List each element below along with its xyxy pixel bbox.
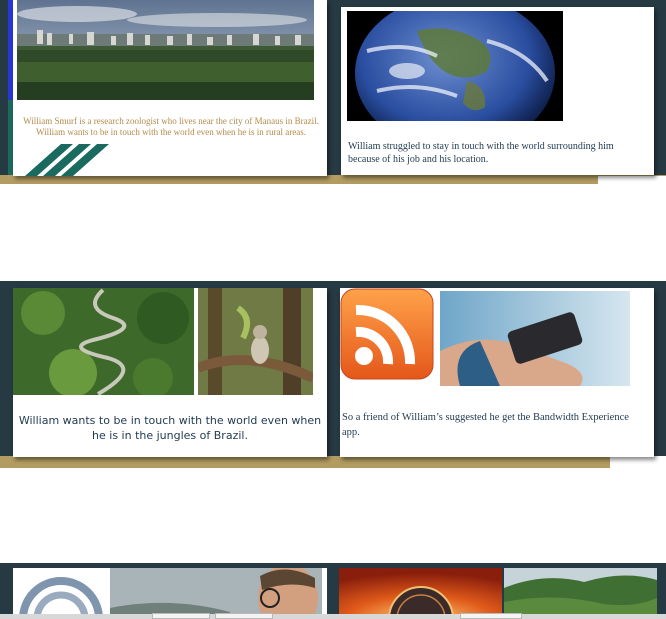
scroll-tab-middle[interactable] — [215, 613, 273, 619]
monkey-svg — [198, 288, 313, 395]
green-hills-photo — [504, 568, 657, 619]
decorative-stripes — [25, 144, 109, 176]
slide-card-5[interactable] — [13, 568, 327, 619]
gold-footer-strip — [0, 456, 666, 468]
rss-feed-icon — [340, 288, 434, 380]
man-with-glasses-photo — [110, 568, 322, 619]
slide-gap-2 — [8, 468, 661, 563]
hand-holding-smartphone-photo — [440, 291, 630, 386]
earth-globe-photo — [347, 11, 563, 121]
slide-1-caption: William Smurf is a research zoologist wh… — [23, 116, 319, 137]
white-corner-fill — [610, 456, 666, 468]
rss-svg — [340, 288, 434, 380]
gold-footer-strip — [0, 175, 666, 184]
manaus-city-aerial-photo — [17, 0, 314, 100]
earth-svg — [347, 11, 563, 121]
jungle-road-svg — [13, 288, 194, 395]
data-tunnel-photo — [339, 568, 502, 619]
man-svg — [110, 568, 322, 619]
slide-card-6[interactable] — [339, 568, 657, 619]
scroll-tab-left[interactable] — [152, 613, 210, 619]
slide-card-3[interactable]: William wants to be in touch with the wo… — [13, 288, 327, 457]
white-corner-fill — [598, 176, 666, 184]
wifi-signal-icon — [13, 568, 109, 619]
slide-card-1[interactable]: William Smurf is a research zoologist wh… — [13, 0, 327, 176]
slide-4-caption: So a friend of William’s suggested he ge… — [342, 412, 629, 438]
phone-svg — [440, 291, 630, 386]
scroll-tab-right[interactable] — [460, 613, 522, 619]
bottom-scroll-strip[interactable] — [0, 614, 666, 619]
wifi-svg — [19, 577, 103, 619]
hills-svg — [504, 568, 657, 619]
jungle-road-aerial-photo — [13, 288, 194, 395]
slide-3-caption: William wants to be in touch with the wo… — [18, 414, 322, 442]
tunnel-svg — [339, 568, 502, 619]
monkey-in-tree-photo — [198, 288, 313, 395]
slide-card-2[interactable]: William struggled to stay in touch with … — [341, 7, 654, 175]
city-photo-svg — [17, 0, 314, 100]
slide-2-caption: William struggled to stay in touch with … — [348, 141, 614, 165]
slide-card-4[interactable]: So a friend of William’s suggested he ge… — [340, 288, 654, 457]
slide-gap-1 — [8, 184, 661, 281]
